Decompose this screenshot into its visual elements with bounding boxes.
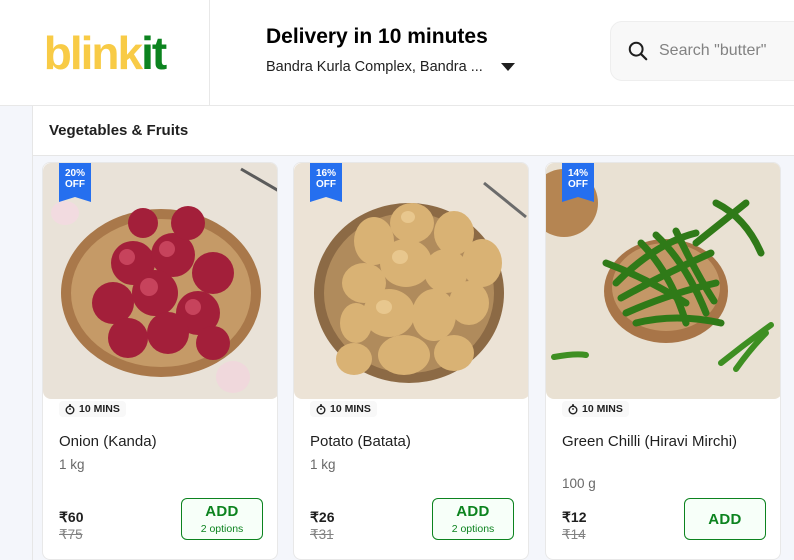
discount-badge: 20% OFF [59, 163, 91, 202]
product-card-potato[interactable]: 16% OFF 10 MINS Potato (Batata) 1 kg ₹26 … [293, 162, 529, 560]
delivery-info: Delivery in 10 minutes Bandra Kurla Comp… [266, 25, 515, 75]
search-input[interactable] [659, 42, 794, 60]
product-mrp: ₹31 [310, 527, 334, 542]
blinkit-logo: blinkit [43, 26, 167, 79]
caret-down-icon[interactable] [500, 63, 515, 71]
product-weight: 1 kg [59, 457, 85, 472]
product-name: Onion (Kanda) [59, 433, 157, 450]
product-card-green-chilli[interactable]: 14% OFF 10 MINS Green Chilli (Hiravi Mirc… [545, 162, 781, 560]
add-button[interactable]: ADD [684, 498, 766, 540]
add-label: ADD [456, 503, 490, 520]
timer-icon [65, 403, 75, 414]
category-title: Vegetables & Fruits [49, 122, 189, 139]
product-price: ₹26 [310, 509, 335, 525]
logo[interactable]: blinkit [0, 0, 210, 105]
left-sidebar-strip [0, 106, 32, 560]
category-header: Vegetables & Fruits [33, 106, 794, 156]
add-button[interactable]: ADD 2 options [181, 498, 263, 540]
timer-icon [568, 403, 578, 414]
search-bar[interactable] [610, 21, 794, 81]
add-label: ADD [708, 510, 742, 528]
delivery-title: Delivery in 10 minutes [266, 25, 488, 48]
product-price: ₹60 [59, 509, 84, 525]
address-selector[interactable]: Bandra Kurla Complex, Bandra ... [266, 59, 515, 75]
options-count: 2 options [451, 523, 495, 535]
delivery-time: 10 MINS [59, 401, 126, 417]
options-count: 2 options [200, 523, 244, 535]
timer-icon [316, 403, 326, 414]
address-text: Bandra Kurla Complex, Bandra ... [266, 59, 483, 75]
product-card-onion[interactable]: 20% OFF 10 MINS Onion (Kanda) 1 kg ₹60 ₹7… [42, 162, 278, 560]
product-mrp: ₹14 [562, 527, 586, 542]
discount-badge: 14% OFF [562, 163, 594, 202]
product-price: ₹12 [562, 509, 587, 525]
delivery-time: 10 MINS [562, 401, 629, 417]
product-listing: Vegetables & Fruits 20% OFF 10 MINS Onio… [32, 106, 794, 560]
add-label: ADD [205, 503, 239, 520]
discount-badge: 16% OFF [310, 163, 342, 202]
product-mrp: ₹75 [59, 527, 83, 542]
product-weight: 100 g [562, 476, 596, 491]
search-icon [628, 41, 648, 61]
add-button[interactable]: ADD 2 options [432, 498, 514, 540]
product-weight: 1 kg [310, 457, 336, 472]
product-name: Potato (Batata) [310, 433, 411, 450]
product-name: Green Chilli (Hiravi Mirchi) [562, 433, 738, 450]
delivery-time: 10 MINS [310, 401, 377, 417]
top-header: blinkit Delivery in 10 minutes Bandra Ku… [0, 0, 794, 106]
